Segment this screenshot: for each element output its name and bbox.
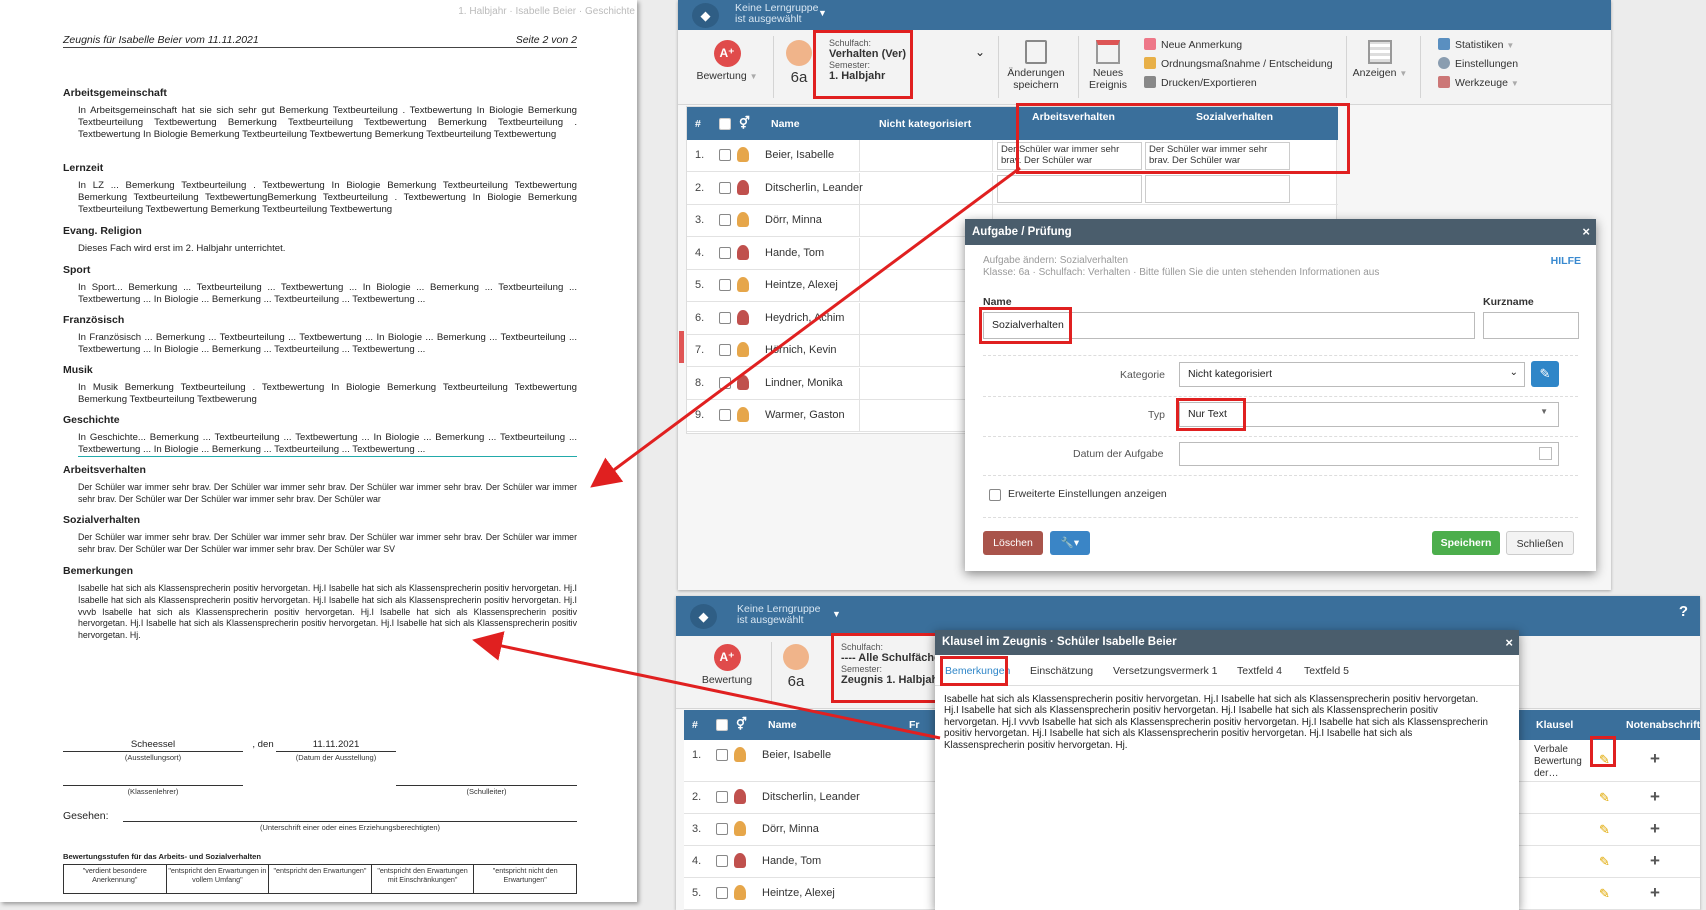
annotation-arrows (472, 166, 1021, 740)
arrow-to-bemerkungen (472, 631, 941, 740)
arrow-to-arbeitsverhalten (590, 166, 1021, 488)
